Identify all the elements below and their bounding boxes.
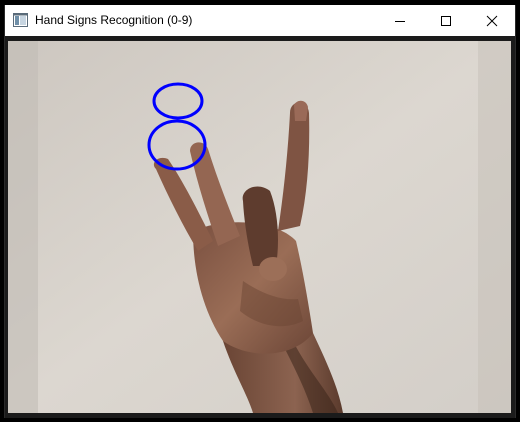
maximize-button[interactable] — [423, 5, 469, 36]
title-bar[interactable]: Hand Signs Recognition (0-9) — [5, 5, 515, 36]
window-title: Hand Signs Recognition (0-9) — [35, 13, 193, 27]
close-button[interactable] — [469, 5, 515, 36]
app-window: Hand Signs Recognition (0-9) — [4, 5, 516, 418]
app-window-icon — [13, 13, 28, 27]
close-icon — [486, 15, 498, 26]
minimize-button[interactable] — [377, 5, 423, 36]
camera-frame-image — [8, 41, 511, 413]
camera-view — [8, 41, 511, 413]
maximize-icon — [441, 15, 451, 26]
minimize-icon — [395, 20, 405, 22]
